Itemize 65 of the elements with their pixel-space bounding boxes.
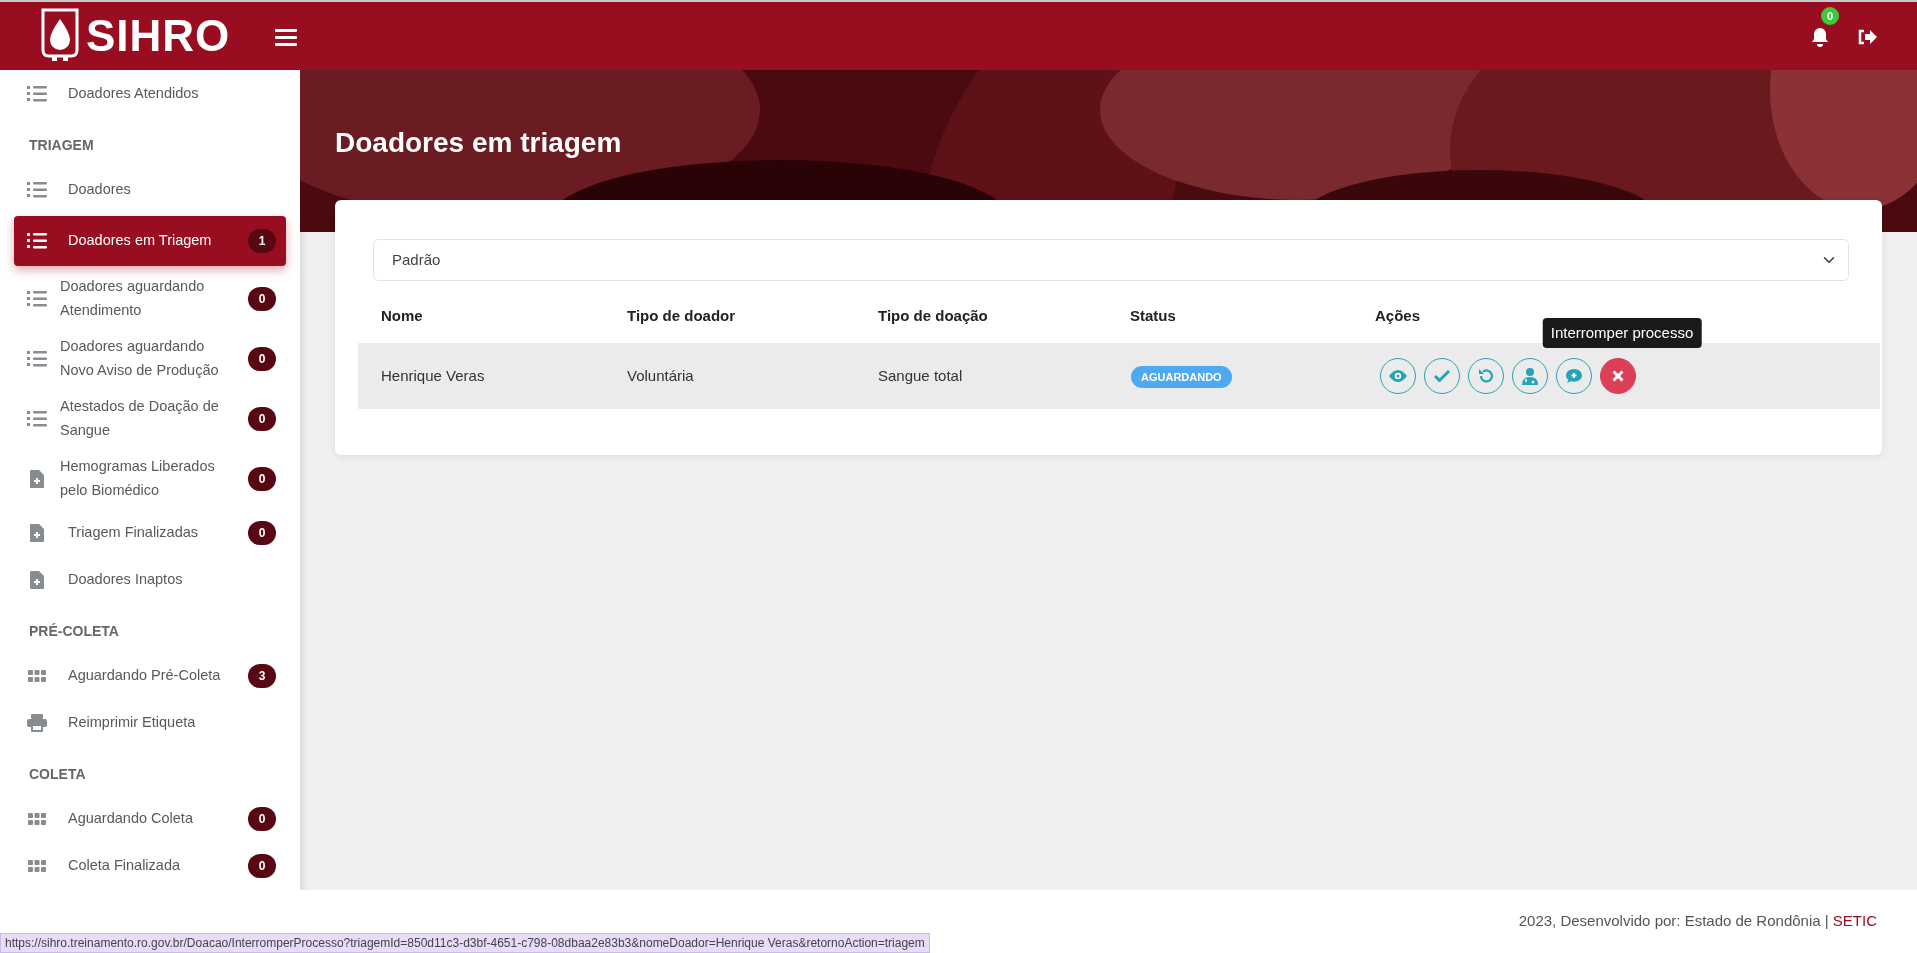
table-cell: Henrique Veras [381, 366, 485, 384]
table-cell: Sangue total [878, 366, 963, 384]
column-header: Ações [1375, 306, 1421, 324]
list-icon [27, 350, 47, 368]
sidebar-item[interactable]: Aguardando Pré-Coleta 3 [14, 652, 286, 699]
grid-icon [28, 812, 46, 825]
section-heading: COLETA [28, 765, 87, 784]
list-icon [27, 410, 47, 428]
grid-icon [28, 859, 46, 872]
file-plus-icon [30, 470, 44, 488]
sidebar-item[interactable]: Doadores aguardando Atendimento 0 [14, 269, 286, 329]
brand-name: SIHRO [86, 14, 231, 58]
count-badge: 0 [248, 853, 276, 878]
sidebar-item[interactable]: Triagem Finalizadas 0 [14, 509, 286, 556]
count-badge: 0 [248, 520, 276, 545]
sidebar-item[interactable]: Doadores Inaptos [14, 556, 286, 603]
printer-icon [27, 713, 47, 732]
notification-count: 0 [1821, 6, 1839, 25]
status-badge: AGUARDANDO [1131, 365, 1232, 388]
undo-icon [1478, 368, 1494, 384]
eye-icon [1389, 370, 1407, 382]
column-header: Status [1130, 306, 1176, 324]
filter-select[interactable]: Padrão [373, 239, 1849, 281]
count-badge: 0 [248, 467, 276, 491]
list-icon [27, 290, 47, 308]
column-header: Tipo de doador [627, 306, 736, 324]
tooltip: Interromper processo [1542, 317, 1702, 348]
check-icon [1434, 370, 1450, 382]
comment-plus-icon [1565, 368, 1583, 384]
sidebar-item[interactable]: Doadores aguardando Novo Aviso de Produção 0 [14, 329, 286, 389]
doctor-icon [1522, 367, 1538, 385]
menu-icon [275, 27, 298, 46]
sidebar-item[interactable]: Hemogramas Liberados pelo Biomédico 0 [14, 449, 286, 509]
count-badge: 0 [248, 347, 276, 371]
count-badge: 0 [248, 806, 276, 831]
file-plus-icon [30, 570, 44, 589]
column-header: Nome [381, 306, 423, 324]
list-icon [27, 180, 47, 199]
status-url: https://sihro.treinamento.ro.gov.br/Doacao/InterromperProcesso?triagemId=850d11c3-d3bf-4651-c798-08dbaa2e83b3&nomeDoador=Henrique Veras&retornoAction=triagem [0, 933, 930, 953]
table-cell: Voluntária [627, 366, 694, 384]
section-heading: TRIAGEM [28, 136, 95, 155]
sidebar-item[interactable]: Reimprimir Etiqueta [14, 699, 286, 746]
grid-icon [28, 669, 46, 682]
sidebar-item[interactable]: Aguardando Coleta 0 [14, 795, 286, 842]
section-heading: PRÉ-COLETA [28, 622, 120, 641]
setic-link[interactable]: SETIC [1832, 912, 1877, 930]
sidebar-item[interactable]: Doadores Atendidos [14, 70, 286, 117]
column-header: Tipo de doação [878, 306, 988, 324]
count-badge: 0 [248, 287, 276, 311]
count-badge: 3 [248, 663, 276, 688]
footer-text: 2023, Desenvolvido por: Estado de Rondônia | SETIC [1518, 911, 1877, 932]
stop-button[interactable] [1600, 358, 1636, 394]
sidebar-item[interactable]: Atestados de Doação de Sangue 0 [14, 389, 286, 449]
bell-icon [1811, 26, 1829, 47]
page-title: Doadores em triagem [334, 126, 622, 160]
sidebar-item[interactable]: Coleta Finalizada 0 [14, 842, 286, 889]
list-icon [27, 84, 47, 103]
file-plus-icon [30, 523, 44, 542]
count-badge: 1 [248, 229, 276, 253]
sidebar-item[interactable]: Doadores em Triagem 1 [14, 216, 286, 266]
close-icon [1612, 370, 1624, 382]
list-icon [27, 232, 47, 250]
count-badge: 0 [248, 407, 276, 431]
sidebar-item[interactable]: Doadores [14, 166, 286, 213]
logout-icon [1857, 28, 1877, 45]
